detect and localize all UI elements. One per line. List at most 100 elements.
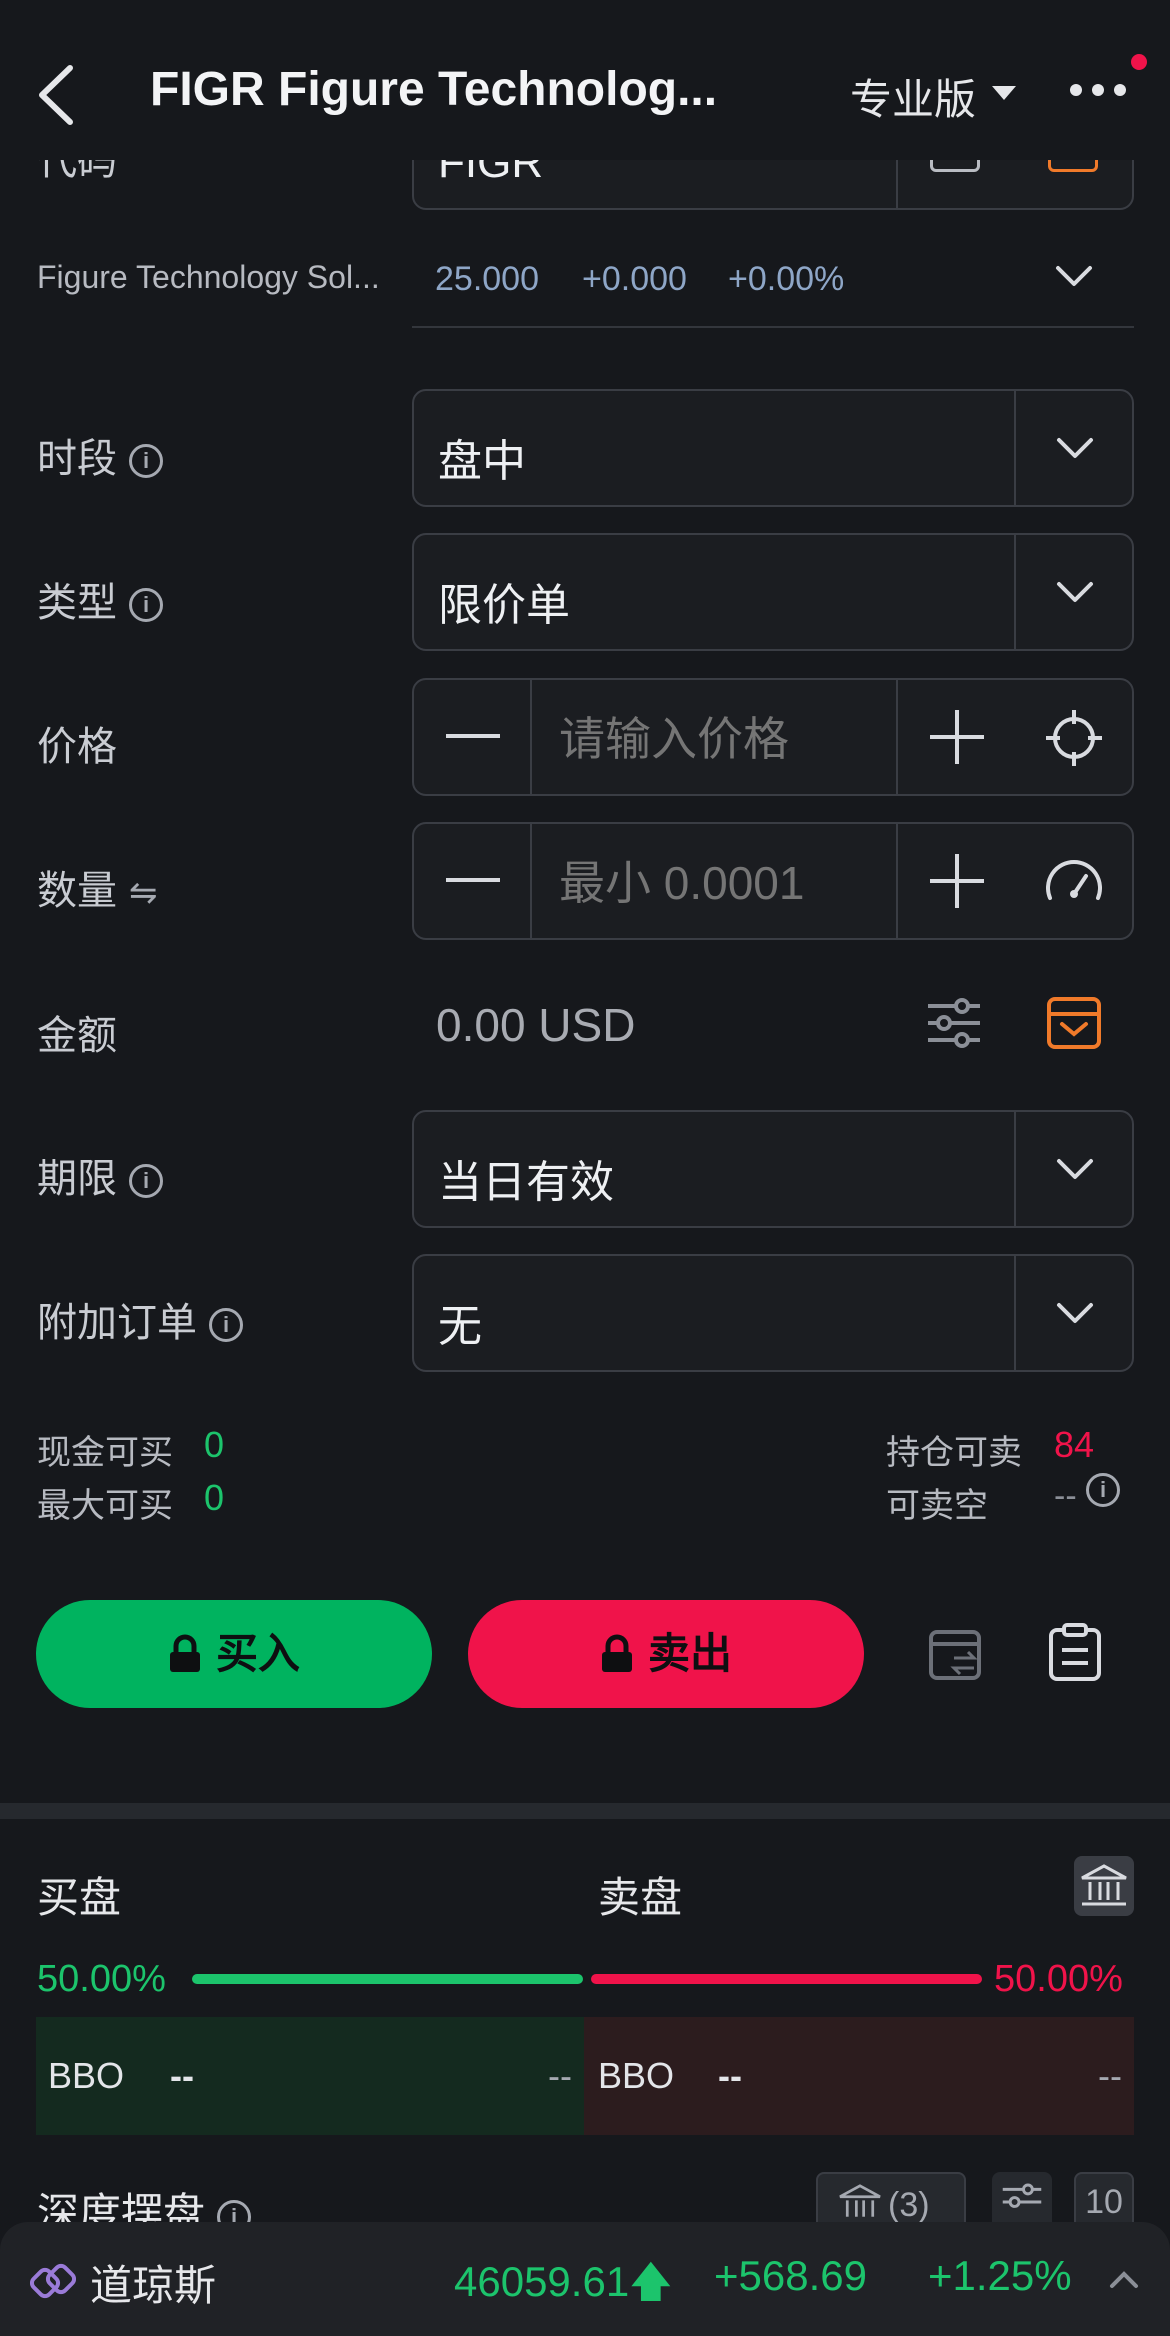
chevron-down-icon[interactable]: [1054, 262, 1094, 292]
stock-name: Figure Technology Sol...: [37, 259, 380, 295]
bid-ratio-fill: [192, 1974, 583, 1984]
position-sell-value: 84: [1054, 1424, 1095, 1465]
section-divider: [0, 1803, 1170, 1819]
price-label: 价格: [37, 725, 117, 769]
more-icon[interactable]: [1068, 80, 1128, 100]
ask-bbo-price: --: [718, 2055, 742, 2096]
quantity-input[interactable]: [559, 856, 889, 910]
session-label: 时段 i: [37, 426, 163, 484]
buy-button[interactable]: 买入: [36, 1600, 432, 1708]
price-decrement-button[interactable]: [414, 680, 530, 794]
chevron-up-icon[interactable]: [1108, 2268, 1140, 2290]
cash-buy-label: 现金可买: [37, 1434, 173, 1472]
exchange-count: (3): [888, 2186, 930, 2224]
exchange-button[interactable]: [1074, 1856, 1134, 1916]
arrow-up-icon: 🡅: [629, 2258, 673, 2305]
info-icon[interactable]: i: [129, 1164, 163, 1199]
order-type-value: 限价单: [438, 581, 570, 630]
cash-buy-value: 0: [204, 1424, 225, 1465]
sell-button[interactable]: 卖出: [468, 1600, 864, 1708]
bank-icon: [1081, 1864, 1127, 1906]
bid-percent: 50.00%: [37, 1958, 166, 2000]
stock-change: +0.000: [582, 260, 687, 298]
chevron-down-icon: [1057, 438, 1093, 458]
price-stepper: [412, 678, 1134, 796]
crosshair-icon: [1046, 710, 1102, 766]
ask-percent: 50.00%: [994, 1958, 1123, 2000]
bid-bbo-size: --: [548, 2055, 572, 2096]
index-name: 道琼斯: [90, 2262, 217, 2309]
pro-mode-selector[interactable]: 专业版: [850, 66, 976, 127]
amount-label: 金额: [37, 1014, 117, 1058]
position-sell-label: 持仓可卖: [886, 1434, 1022, 1472]
type-label: 类型 i: [37, 570, 163, 628]
validity-dropdown-button[interactable]: [1014, 1112, 1132, 1226]
sliders-icon[interactable]: [926, 996, 982, 1050]
notification-dot: [1131, 54, 1147, 70]
attached-order-dropdown-button[interactable]: [1014, 1256, 1132, 1370]
chevron-down-icon: [1057, 582, 1093, 602]
ask-ratio-fill: [591, 1974, 982, 1984]
caret-down-icon[interactable]: [992, 86, 1016, 100]
index-change-pct: +1.25%: [928, 2252, 1072, 2299]
short-sell-value: --: [1054, 1477, 1077, 1515]
sliders-icon: [1002, 2183, 1042, 2208]
attached-order-value: 无: [438, 1302, 482, 1351]
back-icon[interactable]: [30, 60, 90, 130]
index-change: +568.69: [714, 2252, 867, 2299]
session-select[interactable]: 盘中: [412, 389, 1134, 507]
order-switch-icon[interactable]: [928, 1626, 984, 1682]
validity-value: 当日有效: [438, 1158, 614, 1207]
chevron-down-icon: [1057, 1159, 1093, 1179]
order-type-dropdown-button[interactable]: [1014, 535, 1132, 649]
ask-bbo-row: BBO -- --: [584, 2017, 1134, 2135]
quantity-decrement-button[interactable]: [414, 824, 530, 938]
chevron-down-icon: [1057, 1303, 1093, 1323]
stock-price: 25.000: [435, 260, 539, 298]
info-icon[interactable]: i: [209, 1308, 243, 1343]
validity-label: 期限 i: [37, 1146, 163, 1204]
short-sell-label: 可卖空: [886, 1487, 988, 1525]
quantity-stepper: [412, 822, 1134, 940]
session-dropdown-button[interactable]: [1014, 391, 1132, 505]
attached-order-label: 附加订单 i: [37, 1290, 243, 1348]
swap-icon[interactable]: ⇋: [129, 874, 158, 912]
bid-bbo-row: BBO -- --: [36, 2017, 584, 2135]
order-type-select[interactable]: 限价单: [412, 533, 1134, 651]
info-icon[interactable]: i: [129, 444, 163, 479]
link-icon: [30, 2263, 76, 2299]
max-buy-label: 最大可买: [37, 1487, 173, 1525]
top-bar: FIGR Figure Technolog... 专业版: [0, 0, 1170, 160]
lock-icon: [601, 1634, 632, 1672]
divider: [412, 326, 1134, 328]
orange-collapse-icon[interactable]: [1046, 996, 1102, 1050]
quantity-gauge-button[interactable]: [1014, 824, 1132, 938]
ask-title: 卖盘: [598, 1874, 683, 1921]
amount-value: 0.00 USD: [436, 999, 636, 1051]
attached-order-select[interactable]: 无: [412, 1254, 1134, 1372]
ask-bbo-size: --: [1098, 2055, 1122, 2096]
index-value: 46059.61🡅: [454, 2258, 673, 2305]
price-target-button[interactable]: [1014, 680, 1132, 794]
price-increment-button[interactable]: [898, 680, 1014, 794]
plus-icon: [930, 710, 984, 764]
info-icon[interactable]: i: [129, 588, 163, 623]
bid-ask-ratio-bar: [192, 1974, 982, 1984]
minus-icon: [446, 878, 500, 882]
bid-bbo-label: BBO: [48, 2055, 125, 2096]
quantity-increment-button[interactable]: [898, 824, 1014, 938]
bid-bbo-price: --: [170, 2055, 194, 2096]
quantity-label: 数量 ⇋: [37, 869, 158, 913]
minus-icon: [446, 734, 500, 738]
info-icon[interactable]: i: [1086, 1473, 1120, 1507]
page-title[interactable]: FIGR Figure Technolog...: [150, 62, 717, 117]
session-value: 盘中: [438, 437, 526, 486]
clipboard-icon[interactable]: [1048, 1622, 1102, 1682]
index-ticker-bar[interactable]: 道琼斯 46059.61🡅 +568.69 +1.25%: [0, 2222, 1170, 2336]
bank-icon: [839, 2184, 881, 2217]
price-input[interactable]: [559, 712, 879, 766]
gauge-icon: [1046, 860, 1102, 900]
validity-select[interactable]: 当日有效: [412, 1110, 1134, 1228]
lock-icon: [169, 1634, 200, 1672]
plus-icon: [930, 854, 984, 908]
